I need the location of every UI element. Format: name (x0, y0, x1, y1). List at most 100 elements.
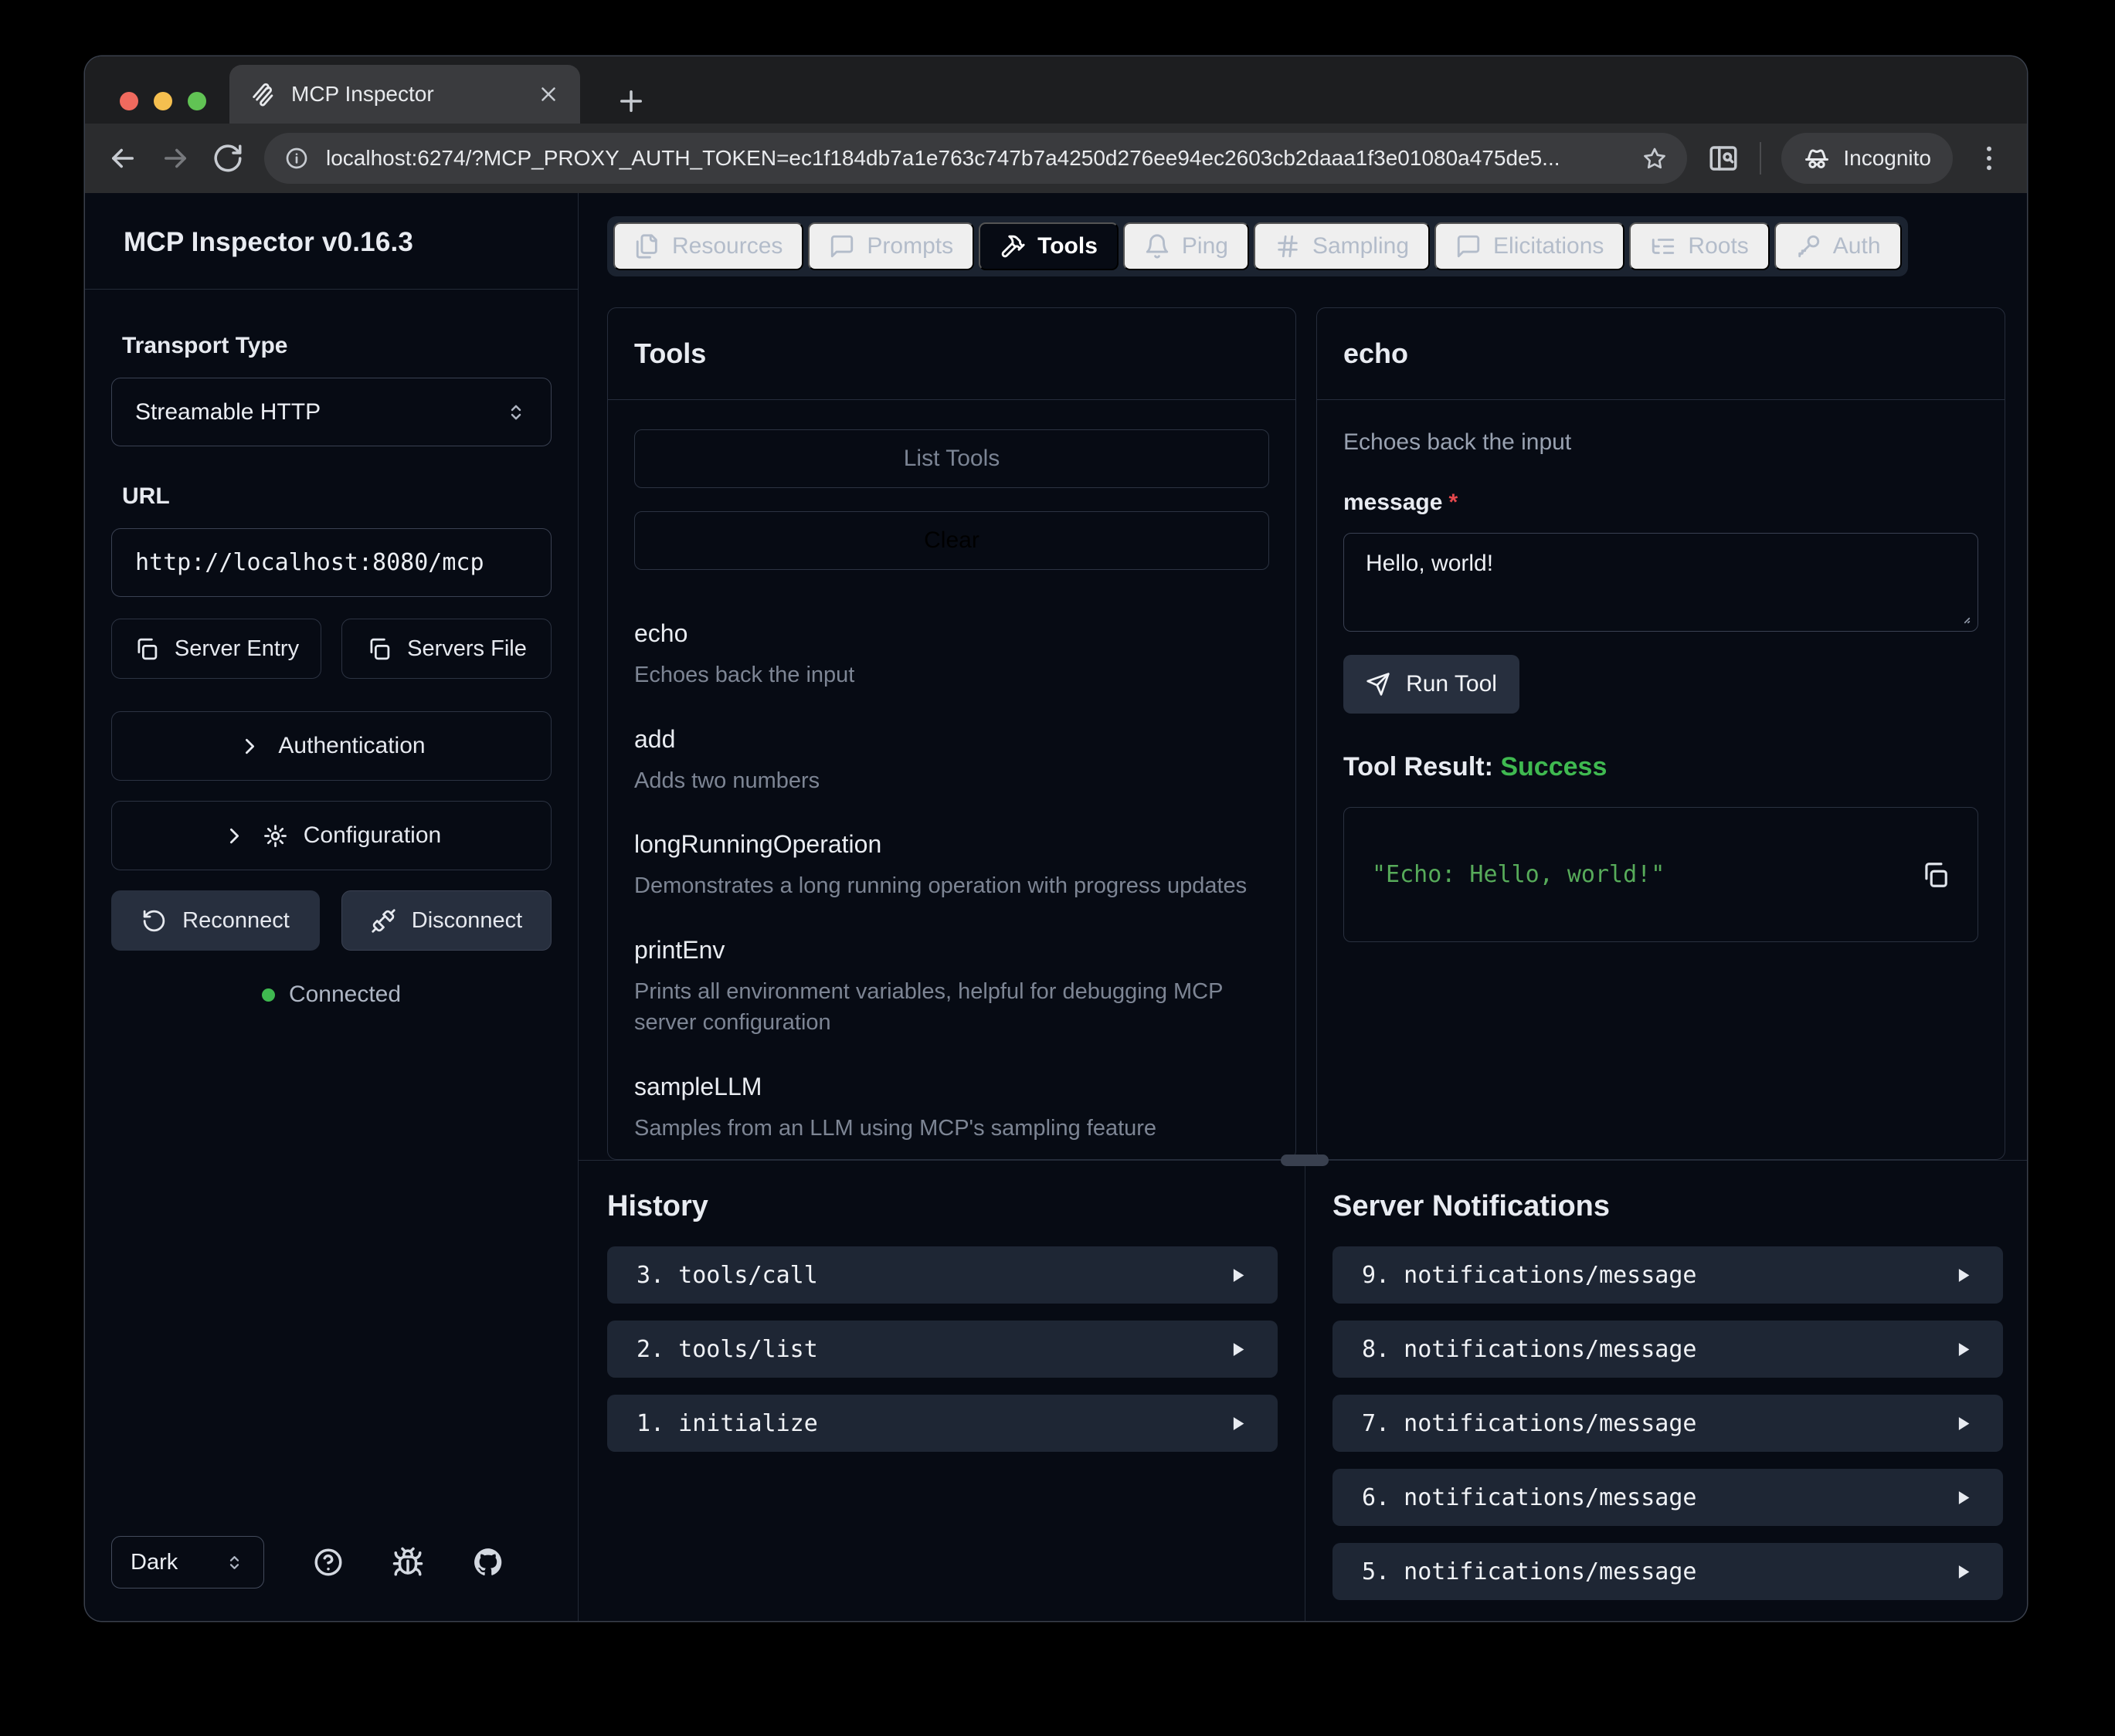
nav-tab[interactable]: Elicitations (1434, 222, 1624, 270)
github-button[interactable] (472, 1546, 504, 1578)
forward-button[interactable] (159, 142, 192, 175)
reconnect-label: Reconnect (182, 908, 290, 934)
nav-tab[interactable]: Sampling (1254, 222, 1430, 270)
tool-name: echo (634, 619, 1269, 648)
incognito-icon (1803, 144, 1831, 172)
server-url-input[interactable]: http://localhost:8080/mcp (111, 528, 552, 597)
bookmark-star-icon[interactable] (1642, 146, 1667, 171)
run-tool-label: Run Tool (1406, 671, 1497, 697)
pane-resize-handle[interactable] (1281, 1155, 1329, 1166)
tool-description: Samples from an LLM using MCP's sampling… (634, 1113, 1268, 1144)
tool-result-box: "Echo: Hello, world!" (1343, 807, 1978, 942)
tool-name: add (634, 725, 1269, 754)
tab-close-icon[interactable] (537, 83, 560, 106)
tool-list-item[interactable]: add Adds two numbers (634, 725, 1269, 797)
expand-play-icon (1953, 1487, 1974, 1508)
tools-panel: Tools List Tools Clear echo Echoes back … (607, 307, 1296, 1160)
side-panel-icon[interactable] (1707, 142, 1740, 175)
notification-item[interactable]: 9. notifications/message (1332, 1246, 2003, 1304)
browser-window: MCP Inspector localhost:6274/?MCP_PROXY_… (85, 56, 2027, 1621)
sidebar: MCP Inspector v0.16.3 Transport Type Str… (85, 193, 579, 1621)
notification-item[interactable]: 5. notifications/message (1332, 1543, 2003, 1600)
tab-strip: MCP Inspector (85, 56, 2027, 124)
transport-type-value: Streamable HTTP (135, 399, 321, 426)
top-nav: Resources Prompts Tools Ping Sampling (607, 216, 1908, 276)
copy-icon (134, 636, 159, 662)
resize-grip-icon[interactable] (1954, 608, 1971, 625)
nav-tab[interactable]: Prompts (808, 222, 974, 270)
param-name: message (1343, 490, 1442, 515)
new-tab-button[interactable] (615, 85, 647, 117)
server-entry-button[interactable]: Server Entry (111, 619, 321, 679)
key-icon (1795, 233, 1821, 259)
mcp-logo-icon (250, 81, 276, 107)
run-tool-button[interactable]: Run Tool (1343, 655, 1519, 714)
site-info-icon[interactable] (284, 146, 309, 171)
notification-item[interactable]: 8. notifications/message (1332, 1321, 2003, 1378)
url-text[interactable]: localhost:6274/?MCP_PROXY_AUTH_TOKEN=ec1… (326, 146, 1625, 171)
expand-play-icon (1953, 1413, 1974, 1434)
history-item[interactable]: 3. tools/call (607, 1246, 1278, 1304)
tool-result-value: "Echo: Hello, world!" (1372, 861, 1665, 888)
window-close-button[interactable] (120, 92, 138, 110)
history-list: 3. tools/call 2. tools/list 1. initializ… (607, 1246, 1278, 1452)
authentication-button[interactable]: Authentication (111, 711, 552, 781)
notification-item-label: 6. notifications/message (1362, 1484, 1696, 1511)
browser-menu-icon[interactable] (1973, 142, 2005, 175)
tool-list-item[interactable]: printEnv Prints all environment variable… (634, 936, 1269, 1039)
tool-list-item[interactable]: longRunningOperation Demonstrates a long… (634, 830, 1269, 902)
unplug-icon (371, 908, 396, 934)
expand-play-icon (1227, 1413, 1248, 1434)
back-button[interactable] (107, 142, 139, 175)
nav-tab[interactable]: Roots (1629, 222, 1769, 270)
expand-play-icon (1953, 1339, 1974, 1360)
nav-tab[interactable]: Ping (1123, 222, 1249, 270)
tool-runner-panel: echo Echoes back the input message* Hell… (1316, 307, 2005, 1160)
reconnect-button[interactable]: Reconnect (111, 890, 320, 951)
connected-dot-icon (262, 988, 275, 1002)
url-label: URL (122, 483, 552, 510)
window-minimize-button[interactable] (154, 92, 172, 110)
bug-report-button[interactable] (392, 1546, 424, 1578)
copy-result-button[interactable] (1920, 860, 1950, 890)
tool-result-label: Tool Result: (1343, 752, 1493, 782)
gear-icon (263, 823, 288, 849)
theme-select[interactable]: Dark (111, 1536, 264, 1589)
files-icon (634, 233, 660, 259)
window-zoom-button[interactable] (188, 92, 206, 110)
disconnect-label: Disconnect (412, 908, 522, 934)
unfold-chevrons-icon (224, 1552, 245, 1573)
disconnect-button[interactable]: Disconnect (341, 890, 552, 951)
list-tools-button[interactable]: List Tools (634, 429, 1269, 488)
url-bar[interactable]: localhost:6274/?MCP_PROXY_AUTH_TOKEN=ec1… (264, 133, 1687, 184)
nav-tab[interactable]: Tools (979, 222, 1119, 270)
notification-list: 9. notifications/message 8. notification… (1332, 1246, 2003, 1600)
nav-tab[interactable]: Resources (613, 222, 803, 270)
unfold-chevrons-icon (504, 401, 528, 424)
servers-file-button[interactable]: Servers File (341, 619, 552, 679)
history-item-label: 2. tools/list (637, 1336, 818, 1363)
configuration-button[interactable]: Configuration (111, 801, 552, 870)
chevron-right-icon (222, 823, 247, 849)
authentication-label: Authentication (278, 733, 425, 759)
hash-icon (1275, 233, 1301, 259)
reload-button[interactable] (212, 142, 244, 175)
message-textarea[interactable]: Hello, world! (1343, 533, 1978, 632)
history-item[interactable]: 2. tools/list (607, 1321, 1278, 1378)
nav-tab-label: Tools (1037, 233, 1098, 259)
tool-list-item[interactable]: sampleLLM Samples from an LLM using MCP'… (634, 1073, 1269, 1144)
help-button[interactable] (312, 1546, 345, 1578)
notification-item[interactable]: 7. notifications/message (1332, 1395, 2003, 1452)
transport-type-select[interactable]: Streamable HTTP (111, 378, 552, 446)
notification-item-label: 8. notifications/message (1362, 1336, 1696, 1363)
expand-play-icon (1953, 1561, 1974, 1582)
history-item[interactable]: 1. initialize (607, 1395, 1278, 1452)
tool-list-item[interactable]: echo Echoes back the input (634, 619, 1269, 691)
browser-tab[interactable]: MCP Inspector (229, 65, 580, 124)
nav-tab[interactable]: Auth (1774, 222, 1902, 270)
sidebar-footer: Dark (85, 1536, 578, 1621)
connection-status: Connected (111, 982, 552, 1008)
transport-type-label: Transport Type (122, 333, 552, 359)
clear-tools-button[interactable]: Clear (634, 511, 1269, 570)
notification-item[interactable]: 6. notifications/message (1332, 1469, 2003, 1526)
